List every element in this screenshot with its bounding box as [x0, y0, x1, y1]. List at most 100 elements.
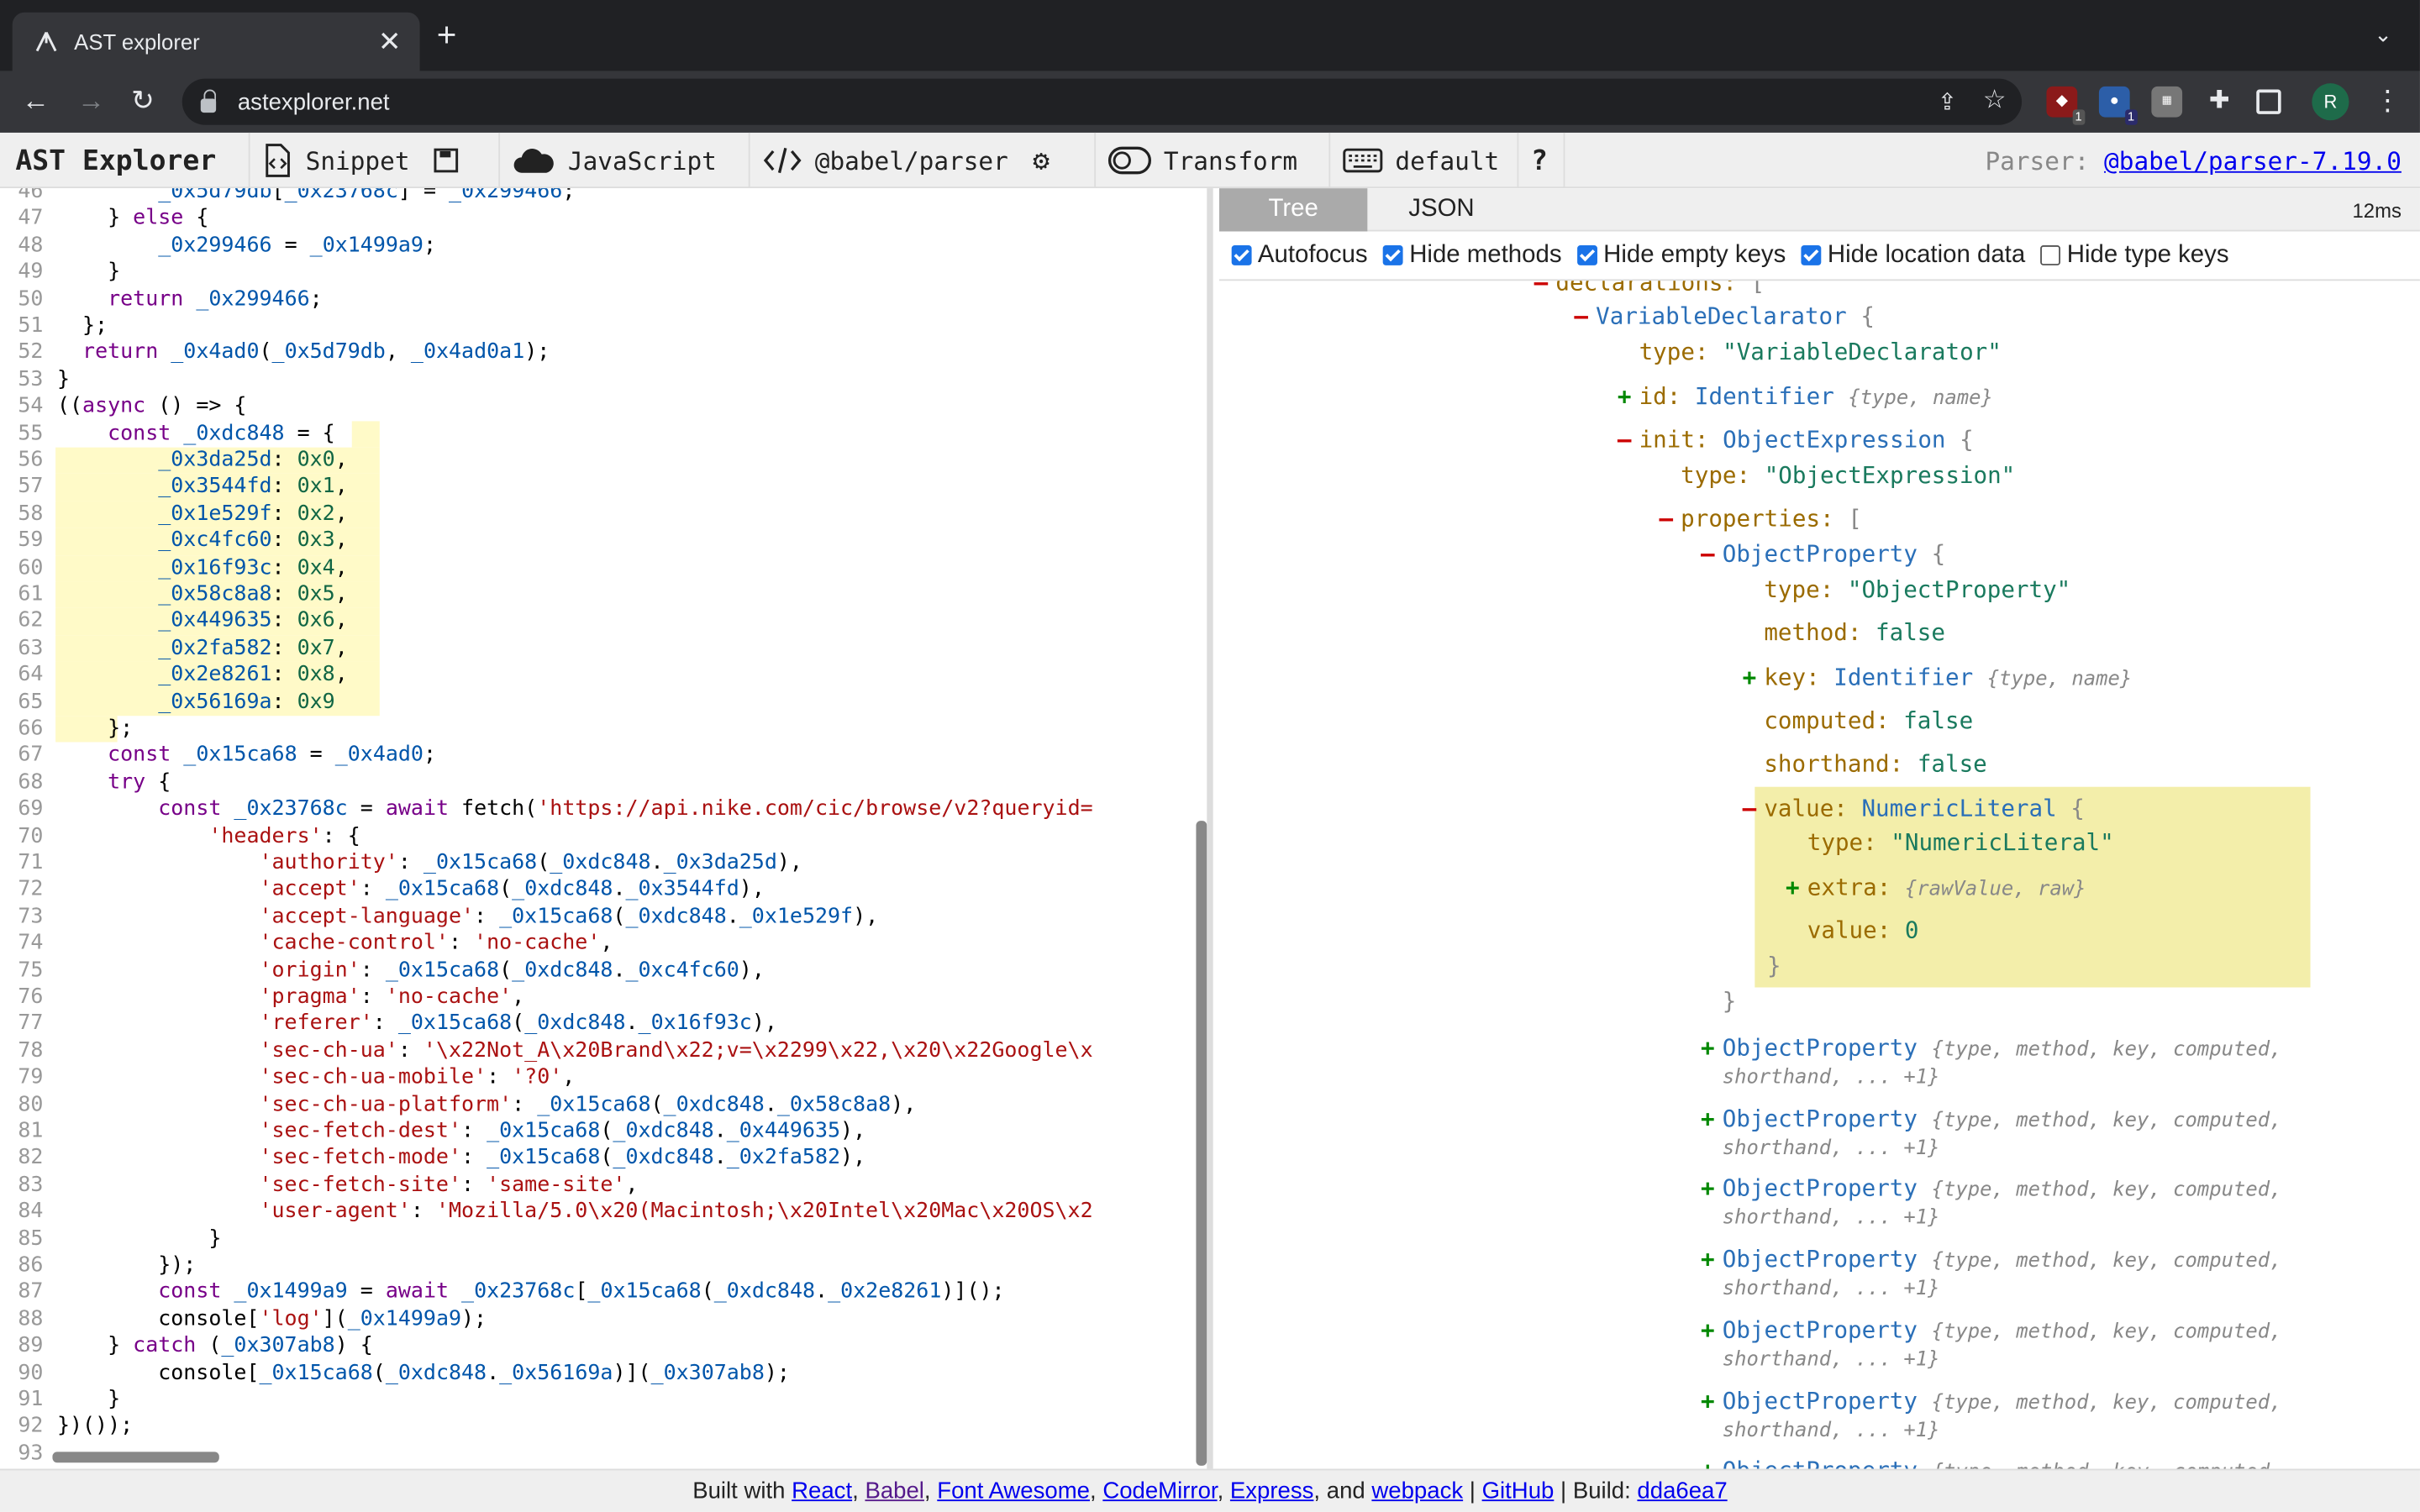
code-line[interactable]: 58 _0x1e529f: 0x2,	[0, 501, 1207, 528]
code-line[interactable]: 77 'referer': _0x15ca68(_0xdc848._0x16f9…	[0, 1011, 1207, 1038]
option-hide-empty-keys[interactable]: Hide empty keys	[1576, 241, 1786, 269]
share-icon[interactable]: ⇪	[1938, 88, 1957, 116]
code-line[interactable]: 48 _0x299466 = _0x1499a9;	[0, 233, 1207, 260]
tree-row-init[interactable]: – init: ObjectExpression {	[1618, 426, 1974, 454]
code-line[interactable]: 62 _0x449635: 0x6,	[0, 608, 1207, 635]
snippet-menu[interactable]: Snippet	[250, 132, 501, 189]
code-editor[interactable]: 46 _0x5d79db[_0x23768c] = _0x299466; 47 }…	[0, 188, 1213, 1469]
code-line[interactable]: 63 _0x2fa582: 0x7,	[0, 635, 1207, 662]
save-icon[interactable]	[434, 148, 459, 173]
tree-row-properties[interactable]: – properties: [	[1659, 505, 1861, 533]
tab-close-icon[interactable]: ✕	[378, 26, 402, 59]
option-hide-methods[interactable]: Hide methods	[1382, 241, 1562, 269]
code-line[interactable]: 73 'accept-language': _0x15ca68(_0xdc848…	[0, 904, 1207, 931]
expand-toggle[interactable]: +	[1701, 1457, 1723, 1468]
code-line[interactable]: 52 return _0x4ad0(_0x5d79db, _0x4ad0a1);	[0, 340, 1207, 367]
bookmark-star-icon[interactable]: ☆	[1983, 85, 2007, 116]
code-line[interactable]: 84 'user-agent': 'Mozilla/5.0\x20(Macint…	[0, 1199, 1207, 1226]
tab-search-icon[interactable]: ⌄	[2374, 22, 2392, 48]
code-line[interactable]: 69 const _0x23768c = await fetch('https:…	[0, 796, 1207, 823]
forward-icon[interactable]: →	[77, 85, 105, 116]
code-line[interactable]: 76 'pragma': 'no-cache',	[0, 984, 1207, 1011]
tree-row-collapsed-object-property[interactable]: +ObjectProperty {type, method, key, comp…	[1701, 1174, 2281, 1230]
tree-row-id[interactable]: + id: Identifier {type, name}	[1618, 383, 1993, 411]
code-line[interactable]: 56 _0x3da25d: 0x0,	[0, 448, 1207, 475]
code-line[interactable]: 55 const _0xdc848 = {	[0, 421, 1207, 448]
checkbox[interactable]	[2040, 245, 2061, 265]
code-line[interactable]: 59 _0xc4fc60: 0x3,	[0, 528, 1207, 554]
code-line[interactable]: 50 return _0x299466;	[0, 286, 1207, 313]
extension-2-icon[interactable]: ● 1	[2098, 86, 2138, 125]
tree-row-collapsed-object-property[interactable]: +ObjectProperty {type, method, key, comp…	[1701, 1034, 2281, 1089]
code-line[interactable]: 75 'origin': _0x15ca68(_0xdc848._0xc4fc6…	[0, 958, 1207, 984]
footer-link-babel[interactable]: Babel	[865, 1478, 923, 1504]
checkbox[interactable]	[1231, 245, 1252, 265]
code-line[interactable]: 91 }	[0, 1387, 1207, 1414]
code-line[interactable]: 86 });	[0, 1252, 1207, 1279]
reload-icon[interactable]: ↻	[131, 85, 155, 116]
expand-toggle[interactable]: +	[1701, 1105, 1723, 1132]
profile-avatar[interactable]: R	[2312, 83, 2349, 121]
code-line[interactable]: 81 'sec-fetch-dest': _0x15ca68(_0xdc848.…	[0, 1119, 1207, 1146]
help-button[interactable]: ?	[1518, 132, 1565, 189]
browser-tab[interactable]: AST explorer ✕	[12, 12, 420, 71]
footer-link-react[interactable]: React	[792, 1478, 852, 1504]
code-line[interactable]: 80 'sec-ch-ua-platform': _0x15ca68(_0xdc…	[0, 1092, 1207, 1119]
extensions-puzzle-icon[interactable]: ✚	[2204, 87, 2235, 118]
transform-toggle[interactable]: Transform	[1096, 132, 1331, 189]
footer-link-webpack[interactable]: webpack	[1371, 1478, 1463, 1504]
tab-json[interactable]: JSON	[1367, 188, 1515, 231]
address-bar[interactable]: astexplorer.net ⇪ ☆	[182, 78, 2023, 125]
tree-row-value[interactable]: – value: NumericLiteral {	[1743, 795, 2085, 822]
code-line[interactable]: 79 'sec-ch-ua-mobile': '?0',	[0, 1065, 1207, 1092]
code-line[interactable]: 83 'sec-fetch-site': 'same-site',	[0, 1173, 1207, 1200]
footer-link-codemirror[interactable]: CodeMirror	[1102, 1478, 1217, 1504]
code-line[interactable]: 74 'cache-control': 'no-cache',	[0, 931, 1207, 958]
code-line[interactable]: 67 const _0x15ca68 = _0x4ad0;	[0, 743, 1207, 769]
code-line[interactable]: 51 };	[0, 313, 1207, 340]
sidepanel-icon[interactable]	[2256, 89, 2281, 114]
tree-row-collapsed-object-property[interactable]: +ObjectProperty {type, method, key, comp…	[1701, 1105, 2281, 1160]
code-line[interactable]: 72 'accept': _0x15ca68(_0xdc848._0x3544f…	[0, 877, 1207, 904]
keymap-select[interactable]: default	[1330, 132, 1519, 189]
code-line[interactable]: 64 _0x2e8261: 0x8,	[0, 662, 1207, 689]
option-autofocus[interactable]: Autofocus	[1231, 241, 1368, 269]
code-line[interactable]: 68 try {	[0, 769, 1207, 796]
parser-version-link[interactable]: @babel/parser-7.19.0	[2104, 146, 2402, 176]
parser-select[interactable]: @babel/parser ⚙	[750, 132, 1097, 189]
expand-toggle[interactable]: +	[1701, 1034, 1723, 1062]
code-line[interactable]: 47 } else {	[0, 206, 1207, 233]
code-line[interactable]: 61 _0x58c8a8: 0x5,	[0, 581, 1207, 608]
language-select[interactable]: JavaScript	[500, 132, 750, 189]
code-line[interactable]: 92})());	[0, 1414, 1207, 1441]
code-line[interactable]: 54 ((async () => {	[0, 394, 1207, 421]
back-icon[interactable]: ←	[22, 85, 50, 116]
code-line[interactable]: 70 'headers': {	[0, 823, 1207, 850]
expand-toggle[interactable]: +	[1701, 1174, 1723, 1202]
code-line[interactable]: 88 console['log'](_0x1499a9);	[0, 1306, 1207, 1333]
tree-row-collapsed-object-property[interactable]: +ObjectProperty {type, method, key, comp…	[1701, 1245, 2281, 1300]
tree-row-declarations[interactable]: – declarations: [	[1534, 281, 1765, 296]
ublock-extension-icon[interactable]: ◆ 1	[2046, 86, 2086, 125]
code-line[interactable]: 78 'sec-ch-ua': '\x22Not_A\x20Brand\x22;…	[0, 1038, 1207, 1065]
code-line[interactable]: 49 }	[0, 260, 1207, 286]
code-line[interactable]: 85 }	[0, 1226, 1207, 1252]
option-hide-type-keys[interactable]: Hide type keys	[2040, 241, 2229, 269]
code-line[interactable]: 82 'sec-fetch-mode': _0x15ca68(_0xdc848.…	[0, 1146, 1207, 1173]
expand-toggle[interactable]: +	[1701, 1245, 1723, 1273]
code-line[interactable]: 46 _0x5d79db[_0x23768c] = _0x299466;	[0, 188, 1207, 206]
code-line[interactable]: 89 } catch (_0x307ab8) {	[0, 1333, 1207, 1360]
checkbox[interactable]	[1382, 245, 1403, 265]
code-line[interactable]: 66 };	[0, 716, 1207, 743]
code-line[interactable]: 90 console[_0x15ca68(_0xdc848._0x56169a)…	[0, 1360, 1207, 1387]
tree-row-variable-declarator[interactable]: – VariableDeclarator {	[1574, 302, 1874, 330]
footer-build-hash[interactable]: dda6ea7	[1637, 1478, 1727, 1504]
code-line[interactable]: 87 const _0x1499a9 = await _0x23768c[_0x…	[0, 1279, 1207, 1306]
code-line[interactable]: 57 _0x3544fd: 0x1,	[0, 475, 1207, 501]
tree-row-collapsed-object-property[interactable]: +ObjectProperty {type, method, key, comp…	[1701, 1457, 2281, 1468]
checkbox[interactable]	[1801, 245, 1822, 265]
code-line[interactable]: 71 'authority': _0x15ca68(_0xdc848._0x3d…	[0, 850, 1207, 877]
expand-toggle[interactable]: +	[1701, 1315, 1723, 1343]
footer-link-github[interactable]: GitHub	[1482, 1478, 1555, 1504]
tree-row-extra[interactable]: + extra: {rawValue, raw}	[1786, 874, 2086, 901]
